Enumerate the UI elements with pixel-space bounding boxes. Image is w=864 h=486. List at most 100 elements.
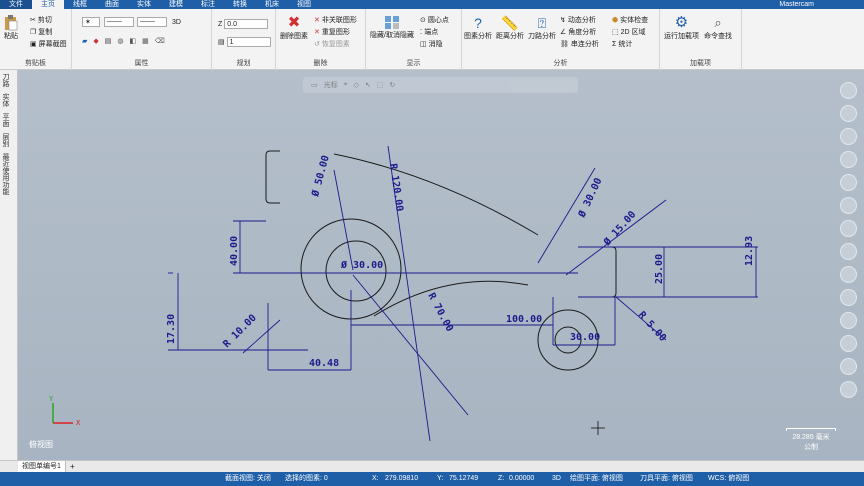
- hide-unhide-button[interactable]: 隐藏/取消隐藏: [370, 15, 414, 40]
- dynamic-analysis-button[interactable]: ↯ 动态分析: [560, 15, 596, 25]
- x-coord-label: X:: [372, 475, 379, 482]
- zoom-icon[interactable]: [839, 197, 857, 214]
- svg-text:X: X: [76, 419, 81, 427]
- copy-button[interactable]: ❐ 复制: [30, 27, 52, 37]
- isometric-view-icon[interactable]: [839, 105, 857, 122]
- mode-3d-toggle[interactable]: 3D: [172, 19, 181, 26]
- graphics-viewport[interactable]: ▭ 光标 ⌖ ◇ ↖ ⬚ ↻ Ø 50.00 R 120.00 Ø 30.00 …: [18, 70, 864, 460]
- center-point-button[interactable]: ⊙ 圆心点: [420, 15, 449, 25]
- paste-label: 粘贴: [4, 33, 18, 40]
- material-icon[interactable]: ◍: [117, 37, 123, 45]
- delete-group-label: 删除: [313, 60, 328, 67]
- wire-color-icon[interactable]: ▰: [82, 37, 87, 45]
- addins-group-label: 加载项: [690, 60, 711, 67]
- fill-color-icon[interactable]: ◆: [93, 37, 98, 45]
- sidebar-tab-levels[interactable]: 层别: [0, 130, 10, 150]
- dim-dia-15: Ø 15.00: [601, 209, 639, 249]
- toolpath-analysis-button[interactable]: ⍰ 刀路分析: [528, 15, 556, 41]
- tab-view[interactable]: 视图: [288, 0, 320, 9]
- viewsheet-tab[interactable]: 视图单编号1: [18, 461, 66, 472]
- group-organize: Z 0.0 ▤ 1 规划: [212, 9, 276, 70]
- region-2d-button[interactable]: ⬚ 2D 区域: [612, 27, 646, 37]
- point-style-select[interactable]: ✶: [82, 17, 100, 27]
- angle-analysis-button[interactable]: ∠ 角度分析: [560, 27, 596, 37]
- tab-file[interactable]: 文件: [0, 0, 32, 9]
- duplicate-label: 重复图形: [321, 29, 350, 36]
- section-view-status[interactable]: 截面视图: 关闭: [225, 472, 271, 486]
- gplane-status[interactable]: 绘图平面: 俯视图: [570, 472, 623, 486]
- delete-x-icon: ✖: [287, 14, 301, 31]
- viewsheet-bar: 视图单编号1 +: [0, 460, 864, 472]
- region-2d-label: 2D 区域: [620, 29, 646, 36]
- run-addin-button[interactable]: ⚙ 运行加载项: [664, 15, 699, 41]
- sidebar-tab-solids[interactable]: 实体: [0, 90, 10, 110]
- duplicate-entities-button[interactable]: ✕ 重复图形: [314, 27, 350, 37]
- cut-button[interactable]: ✂ 剪切: [30, 15, 52, 25]
- transparency-icon[interactable]: ◧: [130, 37, 137, 45]
- endpoints-button[interactable]: ⁚ 端点: [420, 27, 438, 37]
- solid-check-button[interactable]: ⬢ 实体检查: [612, 15, 648, 25]
- hidden-lines-icon[interactable]: [839, 289, 857, 306]
- svg-text:Y: Y: [49, 395, 54, 403]
- clear-colors-icon[interactable]: ⌫: [155, 37, 165, 45]
- view-name-label: 俯视图: [29, 440, 53, 449]
- hide-unhide-label: 隐藏/取消隐藏: [370, 32, 414, 39]
- tab-transform[interactable]: 转换: [224, 0, 256, 9]
- delete-entities-button[interactable]: ✖ 删除图素: [280, 15, 308, 41]
- distance-analysis-label: 距离分析: [496, 33, 524, 40]
- sidebar-tab-planes[interactable]: 平面: [0, 110, 10, 130]
- gears-icon: ⚙: [674, 14, 689, 31]
- camera-icon: ▣: [30, 41, 37, 48]
- tab-wireframe[interactable]: 线框: [64, 0, 96, 9]
- section-icon[interactable]: [839, 266, 857, 283]
- blank-label: 消隐: [428, 41, 443, 48]
- level-toggle-icon[interactable]: [839, 335, 857, 352]
- line-width-select[interactable]: ───: [137, 17, 167, 27]
- distance-analysis-button[interactable]: 📏 距离分析: [496, 15, 524, 41]
- repaint-icon[interactable]: [839, 358, 857, 375]
- question-icon: ?: [474, 15, 482, 31]
- fit-view-icon[interactable]: [839, 82, 857, 99]
- entity-analysis-button[interactable]: ? 图素分析: [464, 15, 492, 41]
- wireframe-icon[interactable]: [839, 220, 857, 237]
- chain-analysis-button[interactable]: ⛓ 串连分析: [560, 39, 599, 49]
- wcs-status[interactable]: WCS: 俯视图: [708, 472, 749, 486]
- shaded-icon[interactable]: [839, 243, 857, 260]
- dim-12-93: 12.93: [744, 236, 755, 266]
- solid-color-icon[interactable]: ▤: [105, 37, 112, 45]
- level-input[interactable]: 1: [226, 37, 271, 47]
- paste-button[interactable]: 粘贴: [4, 15, 18, 41]
- add-viewsheet-icon[interactable]: +: [70, 461, 75, 472]
- blank-button[interactable]: ◫ 消隐: [420, 39, 443, 49]
- statistics-button[interactable]: Σ 统计: [612, 39, 632, 49]
- clear-colors-icon[interactable]: [839, 312, 857, 329]
- unrelated-entities-button[interactable]: ✕ 非关联图形: [314, 15, 357, 25]
- top-view-icon[interactable]: [839, 128, 857, 145]
- duplicate-icon: ✕: [314, 29, 320, 36]
- angle-analysis-label: 角度分析: [568, 29, 597, 36]
- command-finder-button[interactable]: ⌕ 命令查找: [704, 15, 732, 41]
- center-point-label: 圆心点: [427, 17, 449, 24]
- tab-drafting[interactable]: 标注: [192, 0, 224, 9]
- screenshot-button[interactable]: ▣ 屏幕截图: [30, 39, 67, 49]
- tab-solids[interactable]: 实体: [128, 0, 160, 9]
- dim-dia-50: Ø 50.00: [309, 154, 332, 199]
- right-view-icon[interactable]: [839, 174, 857, 191]
- settings-icon[interactable]: [839, 381, 857, 398]
- tplane-status[interactable]: 刀具平面: 俯视图: [640, 472, 693, 486]
- ribbon-tabs: 文件 主页 线框 曲面 实体 建模 标注 转换 机床 视图: [0, 0, 320, 9]
- tab-surfaces[interactable]: 曲面: [96, 0, 128, 9]
- sidebar-tab-toolpaths[interactable]: 刀路: [0, 70, 10, 90]
- tab-home[interactable]: 主页: [32, 0, 64, 9]
- front-view-icon[interactable]: [839, 151, 857, 168]
- mode-status[interactable]: 3D: [552, 472, 561, 486]
- tab-machine[interactable]: 机床: [256, 0, 288, 9]
- line-style-select[interactable]: ───: [104, 17, 134, 27]
- z-depth-input[interactable]: 0.0: [224, 19, 269, 29]
- level-control: ▤ 1: [218, 37, 271, 47]
- sidebar-tab-recent[interactable]: 最近使用功能: [0, 150, 10, 198]
- set-attributes-icon[interactable]: ▦: [142, 37, 149, 45]
- undelete-button[interactable]: ↺ 恢复图素: [314, 39, 350, 49]
- dimension-labels: Ø 50.00 R 120.00 Ø 30.00 Ø 15.00 Ø 30.00…: [166, 154, 755, 369]
- tab-model-prep[interactable]: 建模: [160, 0, 192, 9]
